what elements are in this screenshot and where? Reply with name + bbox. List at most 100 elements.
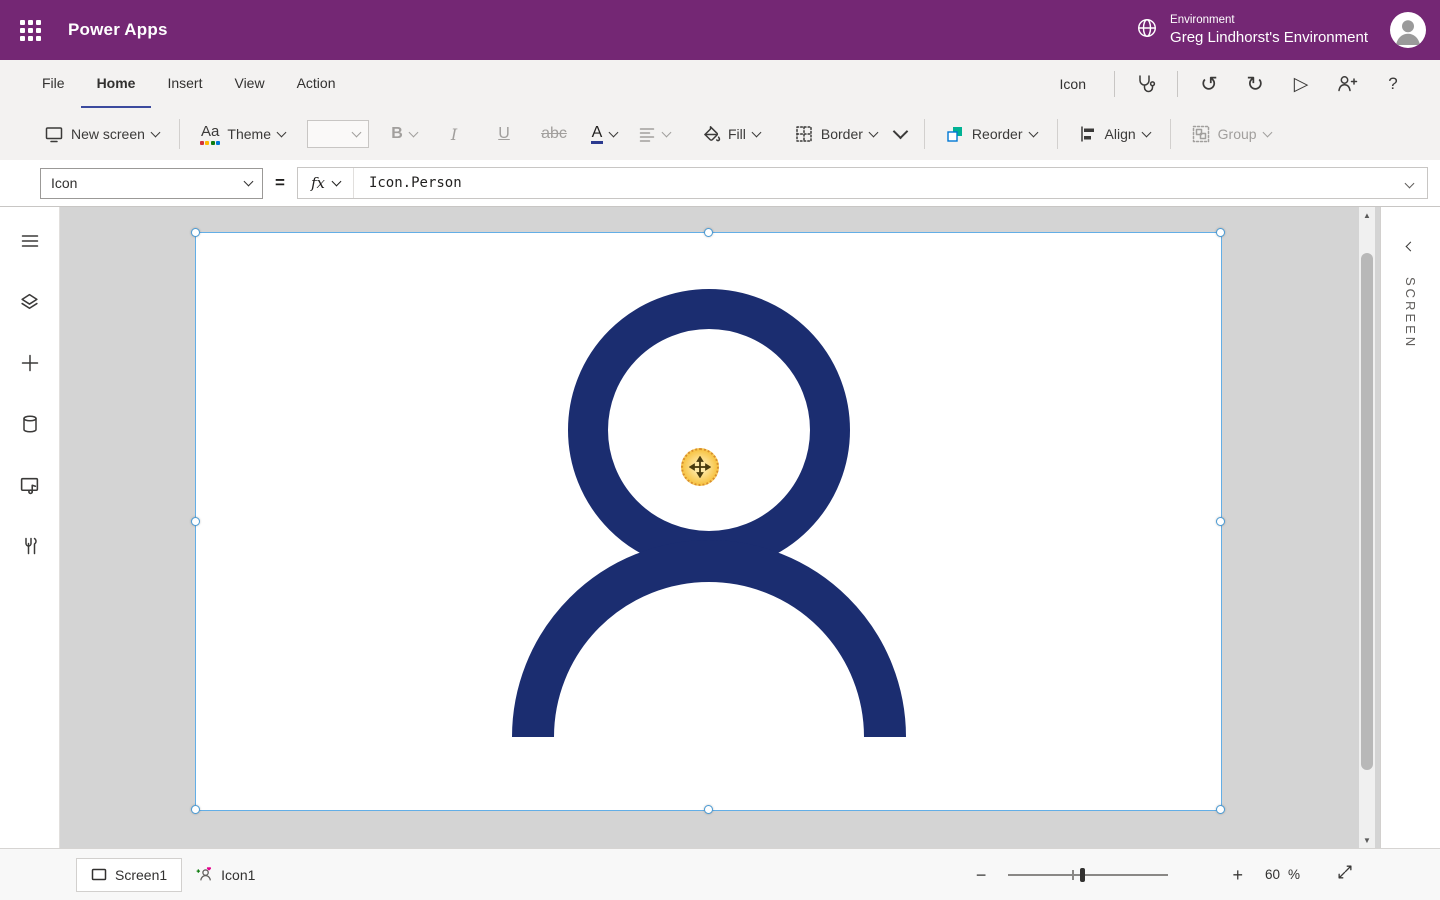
zoom-value: 60 xyxy=(1265,867,1280,882)
chevron-down-icon xyxy=(1262,127,1272,137)
media-icon xyxy=(19,475,40,496)
resize-handle-bottom-middle[interactable] xyxy=(704,805,713,814)
group-icon xyxy=(1191,124,1211,144)
font-size-dropdown[interactable] xyxy=(307,120,369,148)
formula-bar: Icon = fx Icon.Person xyxy=(0,160,1440,207)
screen-icon xyxy=(44,124,64,144)
screen1-tab-label: Screen1 xyxy=(115,867,167,883)
avatar[interactable] xyxy=(1390,12,1426,48)
formula-input[interactable]: fx Icon.Person xyxy=(297,167,1428,199)
font-color-icon: A xyxy=(591,124,604,145)
add-user-icon xyxy=(1336,73,1358,95)
zoom-in-button[interactable]: + xyxy=(1232,866,1243,884)
zoom-slider[interactable] xyxy=(1008,867,1168,883)
text-align-button[interactable] xyxy=(629,119,679,149)
menu-action[interactable]: Action xyxy=(281,60,352,108)
chevron-down-icon xyxy=(662,127,672,137)
group-button[interactable]: Group xyxy=(1183,118,1279,150)
screen-panel-label: SCREEN xyxy=(1403,277,1418,349)
person-icon-control[interactable] xyxy=(196,233,1221,810)
waffle-menu-button[interactable] xyxy=(0,0,60,60)
align-label: Align xyxy=(1105,126,1136,142)
menu-home[interactable]: Home xyxy=(81,60,152,108)
share-button[interactable] xyxy=(1324,61,1370,107)
equals-sign: = xyxy=(275,173,285,193)
align-button[interactable]: Align xyxy=(1070,118,1158,150)
preview-play-button[interactable]: ▷ xyxy=(1278,61,1324,107)
formula-text[interactable]: Icon.Person xyxy=(354,175,462,191)
scroll-up-arrow[interactable]: ▲ xyxy=(1359,207,1375,223)
zoom-slider-thumb[interactable] xyxy=(1080,868,1085,882)
zoom-out-button[interactable]: − xyxy=(976,866,987,884)
plus-icon xyxy=(20,353,40,373)
selected-control-label: Icon xyxy=(1040,76,1106,92)
fx-icon: fx xyxy=(311,174,325,192)
insert-button[interactable] xyxy=(18,351,42,375)
tree-view-button[interactable] xyxy=(18,290,42,314)
menu-insert[interactable]: Insert xyxy=(151,60,218,108)
property-dropdown[interactable]: Icon xyxy=(40,168,263,199)
reorder-button[interactable]: Reorder xyxy=(937,118,1045,150)
italic-button[interactable]: I xyxy=(429,119,479,150)
icon-control-glyph xyxy=(196,866,213,883)
divider xyxy=(924,119,925,149)
fit-to-window-button[interactable] xyxy=(1336,863,1354,886)
divider xyxy=(1114,71,1115,97)
bold-button[interactable]: B xyxy=(379,119,429,149)
align-objects-icon xyxy=(1078,124,1098,144)
data-sources-button[interactable] xyxy=(18,412,42,436)
move-cursor xyxy=(681,448,719,486)
paint-bucket-icon xyxy=(701,124,721,144)
app-checker-button[interactable] xyxy=(1123,61,1169,107)
design-canvas[interactable]: ▲ ▼ xyxy=(60,207,1380,848)
ribbon-toolbar: New screen Aa Theme B I U abc A xyxy=(0,108,1440,160)
underline-button[interactable]: U xyxy=(479,119,529,149)
vertical-scrollbar[interactable]: ▲ ▼ xyxy=(1359,207,1375,848)
move-arrows-icon xyxy=(689,456,711,478)
undo-button[interactable]: ↺ xyxy=(1186,61,1232,107)
expand-panel-button[interactable] xyxy=(1407,237,1414,255)
chevron-down-icon xyxy=(1141,127,1151,137)
chevron-down-icon xyxy=(868,127,878,137)
icon1-tab-label: Icon1 xyxy=(221,867,255,883)
screen1-artboard[interactable] xyxy=(196,233,1221,810)
zoom-slider-track xyxy=(1008,874,1168,876)
resize-handle-top-middle[interactable] xyxy=(704,228,713,237)
redo-button[interactable]: ↻ xyxy=(1232,61,1278,107)
resize-handle-bottom-left[interactable] xyxy=(191,805,200,814)
stethoscope-icon xyxy=(1135,73,1157,95)
resize-handle-top-left[interactable] xyxy=(191,228,200,237)
resize-handle-middle-right[interactable] xyxy=(1216,517,1225,526)
advanced-tools-button[interactable] xyxy=(18,534,42,558)
media-button[interactable] xyxy=(18,473,42,497)
chevron-down-icon xyxy=(244,176,254,186)
divider xyxy=(1170,119,1171,149)
fill-button[interactable]: Fill xyxy=(693,118,768,150)
font-color-button[interactable]: A xyxy=(579,118,629,151)
scrollbar-thumb[interactable] xyxy=(1361,253,1373,770)
tab-icon1[interactable]: Icon1 xyxy=(182,858,269,892)
border-label: Border xyxy=(821,126,863,142)
border-button[interactable]: Border xyxy=(786,118,885,150)
menu-file[interactable]: File xyxy=(26,60,81,108)
expand-diagonal-icon xyxy=(1336,863,1354,881)
formula-expand-chevron[interactable] xyxy=(1406,174,1427,192)
scroll-down-arrow[interactable]: ▼ xyxy=(1359,832,1375,848)
align-text-icon xyxy=(638,125,656,143)
new-screen-button[interactable]: New screen xyxy=(36,118,167,150)
status-bar: Screen1 Icon1 − + 60 % xyxy=(0,848,1440,900)
property-value: Icon xyxy=(51,175,77,191)
tab-screen1[interactable]: Screen1 xyxy=(76,858,182,892)
strikethrough-button[interactable]: abc xyxy=(529,119,579,149)
environment-switcher[interactable]: Environment Greg Lindhorst's Environment xyxy=(1170,13,1368,47)
resize-handle-top-right[interactable] xyxy=(1216,228,1225,237)
collapse-rail-button[interactable] xyxy=(18,229,42,253)
fx-dropdown[interactable]: fx xyxy=(298,168,354,198)
help-button[interactable]: ? xyxy=(1370,61,1416,107)
theme-button[interactable]: Aa Theme xyxy=(192,118,293,151)
layers-icon xyxy=(19,292,40,313)
more-formatting-chevron[interactable] xyxy=(893,123,909,139)
menu-view[interactable]: View xyxy=(218,60,280,108)
resize-handle-bottom-right[interactable] xyxy=(1216,805,1225,814)
resize-handle-middle-left[interactable] xyxy=(191,517,200,526)
